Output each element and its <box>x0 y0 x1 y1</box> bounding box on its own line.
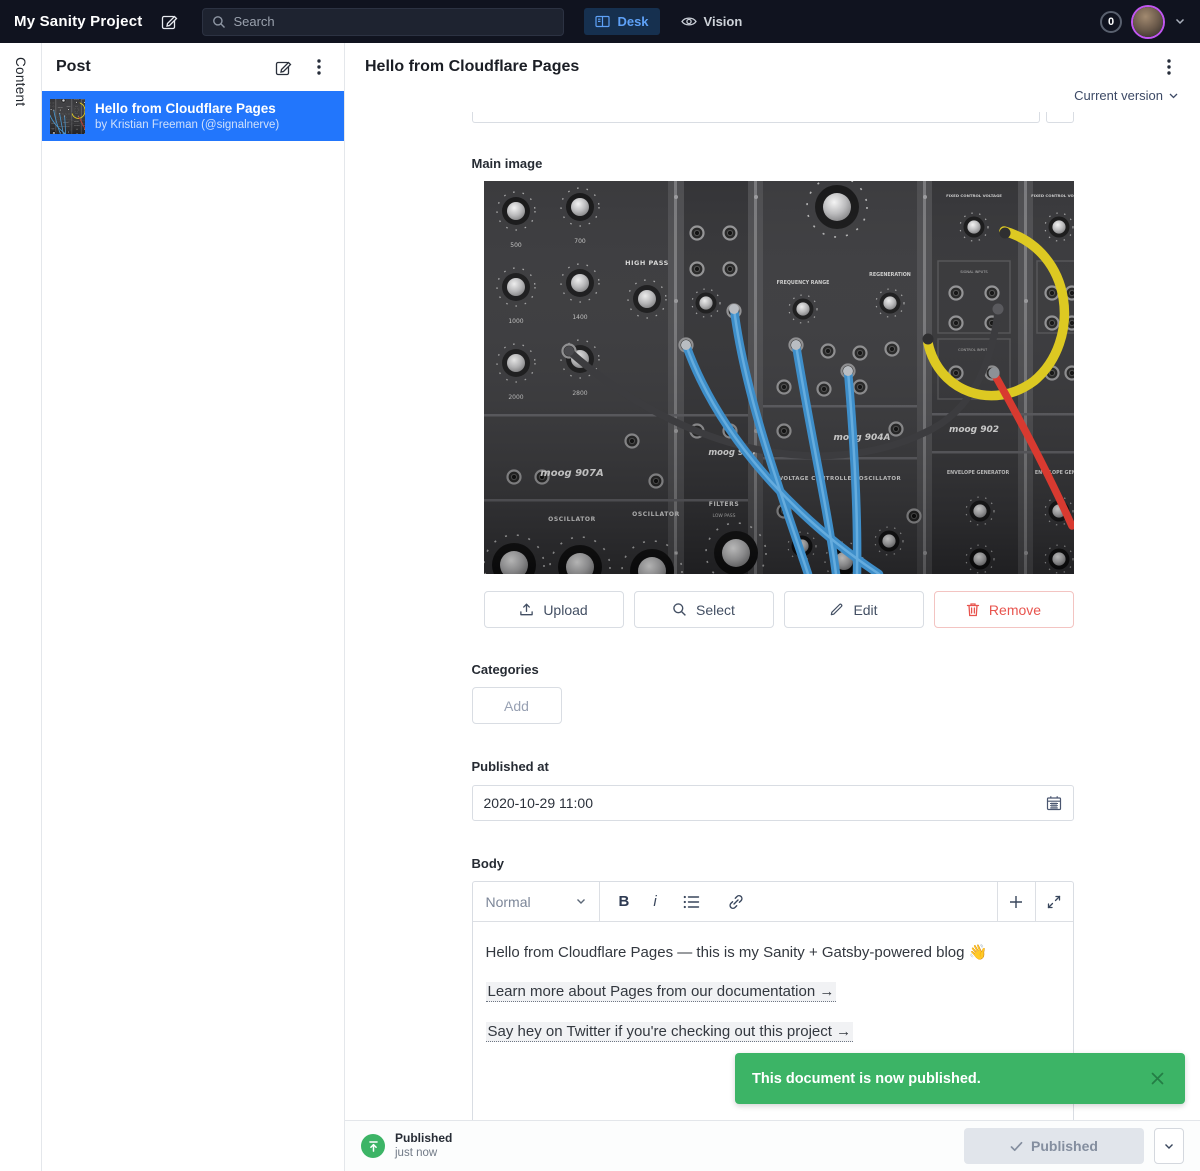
bold-button[interactable]: B <box>619 893 630 910</box>
list-item-subtitle: by Kristian Freeman (@signalnerve) <box>95 119 279 131</box>
body-link-docs[interactable]: Learn more about Pages from our document… <box>486 982 837 1002</box>
chevron-down-icon <box>576 898 586 905</box>
list-item-title: Hello from Cloudflare Pages <box>95 101 279 118</box>
tasks-count-badge[interactable]: 0 <box>1100 11 1122 33</box>
publish-menu-button[interactable] <box>1154 1128 1184 1164</box>
publish-button-label: Published <box>1031 1138 1098 1154</box>
tab-desk-label: Desk <box>617 14 648 29</box>
upload-label: Upload <box>543 602 587 618</box>
add-category-button[interactable]: Add <box>472 687 562 724</box>
slug-field-partial <box>472 112 1074 123</box>
style-select[interactable]: Normal <box>473 882 600 921</box>
search-icon <box>672 602 687 617</box>
main-image-label: Main image <box>472 156 1074 171</box>
post-thumbnail <box>50 99 85 134</box>
fullscreen-button[interactable] <box>1035 882 1073 921</box>
chevron-down-icon[interactable] <box>1174 11 1186 33</box>
chevron-down-icon <box>1169 93 1178 99</box>
calendar-icon[interactable] <box>1046 795 1062 811</box>
body-content[interactable]: Hello from Cloudflare Pages — this is my… <box>473 922 1073 1071</box>
categories-label: Categories <box>472 662 1074 677</box>
main-area: Content Post Hello from Cloudflare Pages… <box>0 43 1200 1171</box>
compose-button[interactable] <box>156 9 182 35</box>
avatar[interactable] <box>1133 7 1163 37</box>
post-panel-title: Post <box>56 58 258 76</box>
pencil-icon <box>829 602 844 617</box>
document-title: Hello from Cloudflare Pages <box>365 58 1158 76</box>
toast-message: This document is now published. <box>752 1071 1146 1087</box>
remove-label: Remove <box>989 602 1041 618</box>
upload-icon <box>519 602 534 617</box>
project-title: My Sanity Project <box>14 13 142 30</box>
trash-icon <box>966 602 980 617</box>
new-document-button[interactable] <box>272 56 294 78</box>
slug-input-partial[interactable] <box>472 112 1040 123</box>
remove-button[interactable]: Remove <box>934 591 1074 628</box>
list-item[interactable]: Hello from Cloudflare Pages by Kristian … <box>42 91 344 141</box>
search-input[interactable] <box>233 14 554 29</box>
published-at-field <box>472 785 1074 821</box>
bullet-list-button[interactable] <box>681 891 703 913</box>
document-menu-button[interactable] <box>1158 56 1180 78</box>
published-at-label: Published at <box>472 759 1074 774</box>
check-icon <box>1010 1141 1023 1152</box>
document-header: Hello from Cloudflare Pages Current vers… <box>345 43 1200 112</box>
edit-button[interactable]: Edit <box>784 591 924 628</box>
style-select-value: Normal <box>486 894 531 910</box>
publish-status: Published <box>395 1131 452 1146</box>
chevron-down-icon <box>1164 1143 1174 1150</box>
eye-icon <box>681 15 697 28</box>
tab-vision-label: Vision <box>704 14 743 29</box>
tool-tabs: Desk Vision <box>584 8 753 35</box>
global-search[interactable] <box>202 8 564 36</box>
insert-block-button[interactable] <box>997 882 1035 921</box>
publish-time: just now <box>395 1146 452 1160</box>
body-label: Body <box>472 856 1074 871</box>
toast-published: This document is now published. <box>735 1053 1185 1104</box>
select-button[interactable]: Select <box>634 591 774 628</box>
tab-desk[interactable]: Desk <box>584 8 659 35</box>
select-label: Select <box>696 602 735 618</box>
document-footer: Published just now Published <box>345 1120 1200 1171</box>
desk-icon <box>595 14 610 29</box>
publish-button[interactable]: Published <box>964 1128 1144 1164</box>
search-icon <box>212 15 226 29</box>
tab-vision[interactable]: Vision <box>670 8 754 35</box>
editor-toolbar: Normal B i <box>473 882 1073 922</box>
content-rail[interactable]: Content <box>0 43 42 1171</box>
edit-label: Edit <box>853 602 877 618</box>
body-link-twitter[interactable]: Say hey on Twitter if you're checking ou… <box>486 1022 854 1042</box>
post-panel-menu-button[interactable] <box>308 56 330 78</box>
upload-button[interactable]: Upload <box>484 591 624 628</box>
post-list-panel: Post Hello from Cloudflare Pages by Kris… <box>42 43 345 1171</box>
version-label: Current version <box>1074 88 1163 103</box>
body-paragraph: Hello from Cloudflare Pages — this is my… <box>486 943 1060 963</box>
content-rail-label: Content <box>13 57 28 1171</box>
expand-icon <box>1047 895 1061 909</box>
document-scroll-area[interactable]: Main image Upload <box>345 112 1200 1120</box>
link-button[interactable] <box>725 891 747 913</box>
toast-close-button[interactable] <box>1146 1068 1168 1090</box>
version-selector[interactable]: Current version <box>365 78 1180 112</box>
close-icon <box>1150 1071 1165 1086</box>
main-image[interactable] <box>484 181 1074 574</box>
image-button-row: Upload Select Edit <box>484 591 1074 628</box>
published-at-input[interactable] <box>484 795 1038 811</box>
document-panel: Hello from Cloudflare Pages Current vers… <box>345 43 1200 1171</box>
published-status-icon <box>361 1134 385 1158</box>
compose-icon <box>161 13 178 30</box>
slug-generate-partial[interactable] <box>1046 112 1074 123</box>
plus-icon <box>1009 895 1023 909</box>
post-panel-header: Post <box>42 43 344 91</box>
italic-button[interactable]: i <box>651 893 658 910</box>
top-navbar: My Sanity Project Desk <box>0 0 1200 43</box>
